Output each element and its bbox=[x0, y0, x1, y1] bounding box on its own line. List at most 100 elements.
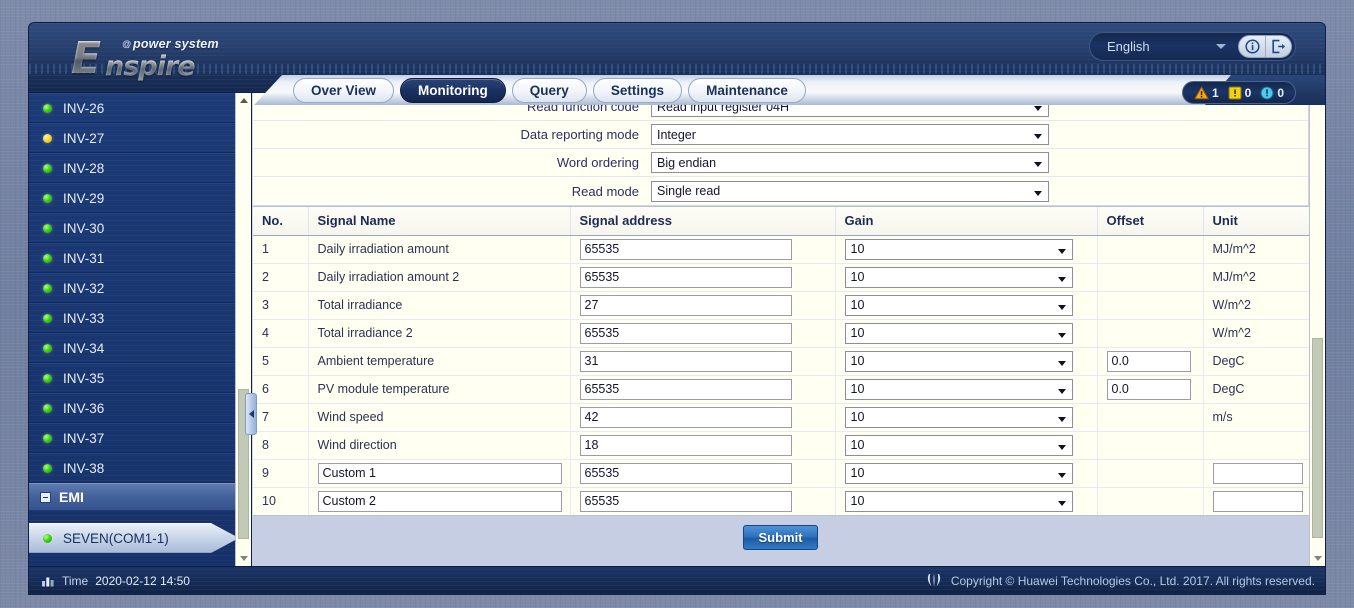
triangle-up-icon bbox=[239, 98, 248, 103]
logout-icon[interactable] bbox=[1265, 36, 1291, 57]
tree-item-inv-33[interactable]: INV-33 bbox=[29, 303, 251, 333]
gain-value: 10 bbox=[850, 410, 865, 424]
cell-offset bbox=[1097, 403, 1204, 432]
cell-gain: 10 bbox=[835, 487, 1098, 515]
gain-select[interactable]: 10 bbox=[844, 238, 1073, 260]
tab-query[interactable]: Query bbox=[511, 78, 587, 103]
cell-no: 8 bbox=[253, 431, 309, 460]
tree-item-inv-27[interactable]: INV-27 bbox=[29, 123, 251, 153]
cell-signal-name: Total irradiance bbox=[308, 291, 571, 320]
signal-address-input[interactable] bbox=[579, 434, 792, 456]
offset-input[interactable] bbox=[1106, 378, 1191, 400]
sidebar-scrollbar[interactable] bbox=[235, 93, 251, 566]
tree-item-inv-36[interactable]: INV-36 bbox=[29, 393, 251, 423]
content-scroll-thumb[interactable] bbox=[1312, 338, 1323, 538]
tree-item-label: INV-38 bbox=[63, 460, 105, 476]
signal-address-input[interactable] bbox=[579, 350, 792, 372]
signal-address-input[interactable] bbox=[579, 266, 792, 288]
tree-item-label: INV-29 bbox=[63, 190, 105, 206]
signal-address-input[interactable] bbox=[579, 462, 792, 484]
tree-item-inv-26[interactable]: INV-26 bbox=[29, 93, 251, 123]
header-utility-bar: English bbox=[1089, 32, 1296, 61]
gain-select[interactable]: 10 bbox=[844, 266, 1073, 288]
offset-input[interactable] bbox=[1106, 350, 1191, 372]
table-row: 7 Wind speed 10 m/s bbox=[253, 403, 1313, 432]
sidebar-scroll-down-button[interactable] bbox=[236, 551, 251, 566]
signal-name-input[interactable] bbox=[317, 490, 562, 512]
unit-input[interactable] bbox=[1212, 490, 1303, 512]
language-selector[interactable]: English bbox=[1090, 33, 1238, 60]
unit-input[interactable] bbox=[1212, 462, 1303, 484]
form-select[interactable]: Single read bbox=[651, 180, 1049, 202]
signal-address-input[interactable] bbox=[579, 322, 792, 344]
content-scrollbar[interactable] bbox=[1309, 93, 1325, 566]
signal-address-input[interactable] bbox=[579, 294, 792, 316]
content-scroll-down-button[interactable] bbox=[1310, 551, 1325, 566]
cell-no: 5 bbox=[253, 347, 309, 376]
cell-signal-address bbox=[570, 459, 836, 488]
cell-signal-address bbox=[570, 235, 836, 264]
form-select[interactable]: Integer bbox=[651, 124, 1049, 145]
gain-select[interactable]: 10 bbox=[844, 462, 1073, 484]
triangle-down-icon bbox=[239, 556, 248, 561]
status-dot-green bbox=[43, 433, 52, 443]
tree-item-inv-28[interactable]: INV-28 bbox=[29, 153, 251, 183]
cell-no: 10 bbox=[253, 487, 309, 515]
alarm-major[interactable]: 0 bbox=[1228, 86, 1251, 100]
tab-monitoring[interactable]: Monitoring bbox=[400, 78, 506, 103]
app-footer: Time 2020-02-12 14:50 Copyright © Huawei… bbox=[29, 566, 1325, 594]
signal-address-input[interactable] bbox=[579, 238, 792, 260]
row-number: 7 bbox=[262, 410, 269, 424]
sidebar-scroll-up-button[interactable] bbox=[236, 93, 251, 108]
tab-settings[interactable]: Settings bbox=[592, 78, 683, 103]
footer-time-block: Time 2020-02-12 14:50 bbox=[41, 574, 190, 588]
gain-select[interactable]: 10 bbox=[844, 378, 1073, 400]
tree-item-inv-38[interactable]: INV-38 bbox=[29, 453, 251, 483]
alarm-minor[interactable]: 0 bbox=[1260, 86, 1284, 100]
gain-select[interactable]: 10 bbox=[844, 294, 1073, 316]
tree-item-label: INV-35 bbox=[63, 370, 105, 386]
tab-over-view[interactable]: Over View bbox=[293, 78, 395, 103]
signal-name-input[interactable] bbox=[317, 462, 562, 484]
signal-address-input[interactable] bbox=[579, 490, 792, 512]
tree-item-seven-com1-1[interactable]: SEVEN(COM1-1) bbox=[29, 523, 239, 553]
unit-text: DegC bbox=[1212, 354, 1245, 368]
tree-item-label: INV-33 bbox=[63, 310, 105, 326]
cell-offset bbox=[1097, 487, 1204, 515]
submit-button[interactable]: Submit bbox=[743, 525, 818, 550]
column-header-gain: Gain bbox=[835, 207, 1098, 236]
signal-address-input[interactable] bbox=[579, 406, 792, 428]
gain-select[interactable]: 10 bbox=[844, 434, 1073, 456]
gain-select[interactable]: 10 bbox=[844, 406, 1073, 428]
cell-gain: 10 bbox=[835, 459, 1098, 488]
sidebar-collapse-handle[interactable] bbox=[245, 393, 257, 435]
alarm-critical[interactable]: 1 bbox=[1193, 85, 1219, 100]
tab-maintenance[interactable]: Maintenance bbox=[688, 78, 806, 103]
tree-item-inv-35[interactable]: INV-35 bbox=[29, 363, 251, 393]
logo-tagline: power system bbox=[133, 37, 219, 51]
cell-no: 4 bbox=[253, 319, 309, 348]
form-label: Data reporting mode bbox=[520, 127, 639, 142]
tree-item-inv-30[interactable]: INV-30 bbox=[29, 213, 251, 243]
cell-unit bbox=[1203, 487, 1313, 515]
info-icon[interactable] bbox=[1239, 36, 1265, 57]
form-select[interactable]: Big endian bbox=[651, 152, 1049, 173]
tree-group-emi[interactable]: EMI bbox=[29, 483, 251, 511]
enspire-logo: E @ power system nspire bbox=[71, 37, 286, 83]
tree-item-inv-31[interactable]: INV-31 bbox=[29, 243, 251, 273]
footer-time-value: 2020-02-12 14:50 bbox=[95, 573, 190, 588]
gain-select[interactable]: 10 bbox=[844, 322, 1073, 344]
gain-select[interactable]: 10 bbox=[844, 490, 1073, 512]
tree-item-inv-29[interactable]: INV-29 bbox=[29, 183, 251, 213]
collapse-icon[interactable] bbox=[40, 491, 51, 503]
table-row: 4 Total irradiance 2 10 W/m^2 bbox=[253, 319, 1313, 348]
cell-signal-name: Daily irradiation amount 2 bbox=[308, 263, 571, 292]
tree-item-inv-37[interactable]: INV-37 bbox=[29, 423, 251, 453]
tree-item-inv-34[interactable]: INV-34 bbox=[29, 333, 251, 363]
tree-item-label: INV-30 bbox=[63, 220, 105, 236]
signal-address-input[interactable] bbox=[579, 378, 792, 400]
logo-wordmark: nspire bbox=[105, 51, 196, 82]
tree-item-inv-32[interactable]: INV-32 bbox=[29, 273, 251, 303]
gain-select[interactable]: 10 bbox=[844, 350, 1073, 372]
chevron-down-icon bbox=[1216, 44, 1226, 49]
